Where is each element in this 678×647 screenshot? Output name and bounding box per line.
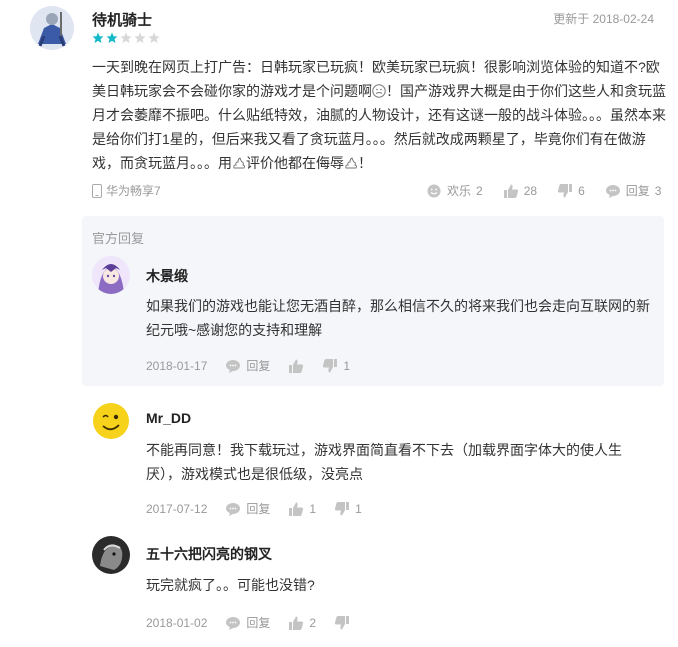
sweat-emoji-icon xyxy=(372,84,386,98)
official-reply-text: 如果我们的游戏也能让您无酒自醉，那么相信不久的将来我们也会走向互联网的新纪元哦~… xyxy=(146,298,650,338)
official-reply-name[interactable]: 木景缎 xyxy=(146,266,188,286)
poop-emoji-icon xyxy=(345,157,358,169)
like-count: 1 xyxy=(309,501,317,516)
updated-date: 更新于 2018-02-24 xyxy=(553,12,654,26)
reply-label: 回复 xyxy=(246,616,271,630)
like-count: 28 xyxy=(523,183,538,198)
dislike-button[interactable]: 6 xyxy=(557,183,585,199)
official-avatar[interactable] xyxy=(92,256,130,294)
star-icon xyxy=(120,32,132,43)
speech-bubble-icon xyxy=(226,359,241,373)
reply-button[interactable]: 回复 xyxy=(225,500,270,517)
like-button[interactable]: 2 xyxy=(288,615,316,631)
happy-label: 欢乐 xyxy=(447,184,472,198)
speech-bubble-icon xyxy=(605,184,620,198)
reviewer-avatar[interactable] xyxy=(30,6,74,50)
official-reply-date: 2018-01-17 xyxy=(146,358,208,373)
device-name: 华为畅享7 xyxy=(106,184,161,198)
reply-actions: 2018-01-02 回复 2 xyxy=(146,614,355,631)
reply-button[interactable]: 回复 xyxy=(225,614,270,631)
thumbs-up-icon xyxy=(289,359,304,373)
reply-button[interactable]: 回复 3 xyxy=(605,182,662,199)
speech-bubble-icon xyxy=(226,616,241,630)
smiley-icon xyxy=(427,184,441,197)
thumbs-down-icon xyxy=(334,615,350,629)
thumbs-up-icon xyxy=(503,184,518,198)
review-text-part: ！ xyxy=(358,155,372,171)
reply-date: 2017-07-12 xyxy=(146,501,208,516)
reply-text: 不能再同意！我下载玩过，游戏界面简直看不下去（加载界面字体大的使人生厌），游戏模… xyxy=(146,442,622,482)
thumbs-up-icon xyxy=(289,616,304,630)
star-rating xyxy=(92,32,160,44)
official-dislike-button[interactable]: 1 xyxy=(322,358,350,374)
device-info: 华为畅享7 xyxy=(92,182,161,199)
reply-actions: 2017-07-12 回复 1 1 xyxy=(146,500,362,517)
reply-name[interactable]: Mr_DD xyxy=(146,410,191,426)
thumbs-down-icon xyxy=(334,501,350,515)
happy-count: 2 xyxy=(476,183,483,198)
reply-text: 玩完就疯了。。可能也没错? xyxy=(146,577,315,593)
happy-button[interactable]: 欢乐 2 xyxy=(426,182,483,199)
star-icon xyxy=(106,32,118,43)
phone-icon xyxy=(92,183,102,198)
reply-avatar[interactable] xyxy=(92,536,130,574)
reply-avatar[interactable] xyxy=(92,402,130,440)
official-like-button[interactable] xyxy=(288,358,304,374)
like-button[interactable]: 1 xyxy=(288,501,316,517)
reply-count: 3 xyxy=(654,183,662,198)
dislike-button[interactable]: 1 xyxy=(334,501,362,517)
thumbs-down-icon xyxy=(557,183,573,197)
official-reply-label: 官方回复 xyxy=(92,231,145,246)
poop-emoji-icon xyxy=(233,157,246,169)
thumbs-down-icon xyxy=(323,358,338,372)
star-icon xyxy=(134,32,146,43)
official-reply-actions: 2018-01-17 回复 1 xyxy=(146,357,350,374)
dislike-button[interactable] xyxy=(334,615,355,631)
review-text: 一天到晚在网页上打广告：日韩玩家已玩疯！欧美玩家已玩疯！很影响浏览体验的知道不?… xyxy=(92,55,666,175)
like-button[interactable]: 28 xyxy=(503,183,537,199)
speech-bubble-icon xyxy=(226,502,241,516)
official-reply-button[interactable]: 回复 xyxy=(225,357,270,374)
thumbs-up-icon xyxy=(289,502,304,516)
dislike-count: 6 xyxy=(578,183,585,198)
reply-label: 回复 xyxy=(246,502,271,516)
reply-date: 2018-01-02 xyxy=(146,615,208,630)
dislike-count: 1 xyxy=(355,501,362,516)
reviewer-name[interactable]: 待机骑士 xyxy=(92,9,152,30)
dislike-count: 1 xyxy=(343,358,351,373)
star-icon xyxy=(148,32,160,43)
reply-label: 回复 xyxy=(625,184,650,198)
reply-name[interactable]: 五十六把闪亮的钢叉 xyxy=(146,544,272,564)
review-actions: 欢乐 2 28 6 回复 3 xyxy=(426,182,661,199)
star-icon xyxy=(92,32,104,43)
like-count: 2 xyxy=(309,615,317,630)
reply-label: 回复 xyxy=(246,359,271,373)
review-text-part: 评价他都在侮辱 xyxy=(246,155,344,171)
